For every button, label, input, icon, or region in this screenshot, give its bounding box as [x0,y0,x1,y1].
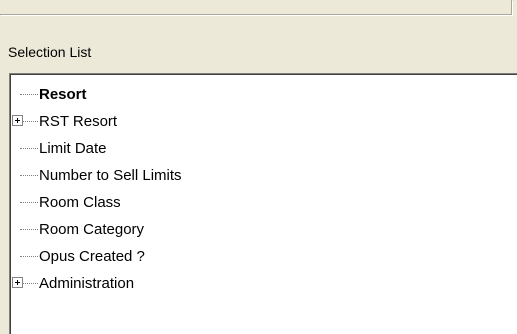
tree-connector [20,202,38,203]
tree-connector [20,256,38,257]
tree-item-number-to-sell-limits[interactable]: Number to Sell Limits [10,162,517,189]
tree-connector [20,175,38,176]
tree-item-label: Administration [39,275,135,292]
tree-item-label: Opus Created ? [39,248,145,265]
tree-connector [20,229,38,230]
tree-connector [20,94,38,95]
tree-item-label: Room Category [39,221,145,238]
tree-item-label: Room Class [39,194,121,211]
tree-item-resort-header[interactable]: Resort [10,81,517,108]
tree-item-opus-created[interactable]: Opus Created ? [10,243,517,270]
selection-list-tree[interactable]: Resort RST Resort Limit Date Number to S… [9,73,517,334]
top-panel [0,0,512,15]
tree-item-administration[interactable]: Administration [10,270,517,297]
tree-item-rst-resort[interactable]: RST Resort [10,108,517,135]
tree-connector [20,148,38,149]
tree-item-room-category[interactable]: Room Category [10,216,517,243]
expand-plus-icon[interactable] [12,115,23,126]
expand-plus-icon[interactable] [12,277,23,288]
tree-item-label: RST Resort [39,113,118,130]
tree-item-limit-date[interactable]: Limit Date [10,135,517,162]
tree-item-label: Number to Sell Limits [39,167,182,184]
tree-item-label: Resort [39,86,87,103]
tree-item-label: Limit Date [39,140,107,157]
tree-item-room-class[interactable]: Room Class [10,189,517,216]
selection-list-label: Selection List [8,44,92,60]
